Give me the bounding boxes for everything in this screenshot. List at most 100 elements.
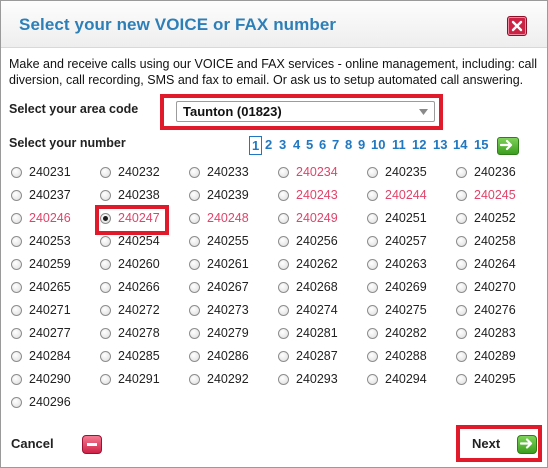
number-radio[interactable]	[367, 351, 378, 362]
number-radio[interactable]	[11, 213, 22, 224]
number-radio[interactable]	[11, 236, 22, 247]
number-option-label: 240296	[29, 395, 71, 409]
number-radio[interactable]	[456, 305, 467, 316]
number-radio[interactable]	[278, 190, 289, 201]
number-radio[interactable]	[11, 305, 22, 316]
close-button[interactable]	[507, 16, 527, 36]
number-radio[interactable]	[278, 259, 289, 270]
number-option-label: 240268	[296, 280, 338, 294]
number-radio[interactable]	[456, 167, 467, 178]
number-radio[interactable]	[367, 259, 378, 270]
next-button[interactable]: Next	[472, 436, 500, 451]
number-radio[interactable]	[278, 305, 289, 316]
number-radio[interactable]	[100, 305, 111, 316]
number-radio[interactable]	[11, 351, 22, 362]
number-radio[interactable]	[189, 213, 200, 224]
number-radio[interactable]	[456, 282, 467, 293]
number-radio[interactable]	[278, 374, 289, 385]
number-radio[interactable]	[367, 167, 378, 178]
number-radio[interactable]	[456, 190, 467, 201]
number-radio[interactable]	[100, 351, 111, 362]
number-radio[interactable]	[278, 351, 289, 362]
page-link-10[interactable]: 10	[371, 137, 385, 152]
number-option-label: 240246	[29, 211, 71, 225]
number-radio[interactable]	[367, 305, 378, 316]
number-radio[interactable]	[189, 282, 200, 293]
number-option-label: 240287	[296, 349, 338, 363]
number-option-label: 240286	[207, 349, 249, 363]
number-radio[interactable]	[11, 374, 22, 385]
number-radio[interactable]	[189, 374, 200, 385]
minus-icon[interactable]	[82, 435, 102, 454]
number-radio[interactable]	[189, 190, 200, 201]
number-radio[interactable]	[278, 328, 289, 339]
number-radio[interactable]	[100, 282, 111, 293]
page-link-15[interactable]: 15	[474, 137, 488, 152]
number-radio[interactable]	[11, 167, 22, 178]
number-radio[interactable]	[456, 374, 467, 385]
number-radio[interactable]	[367, 374, 378, 385]
number-radio[interactable]	[100, 167, 111, 178]
page-link-11[interactable]: 11	[392, 137, 406, 152]
number-option-label: 240249	[296, 211, 338, 225]
number-option-label: 240233	[207, 165, 249, 179]
number-radio[interactable]	[278, 282, 289, 293]
page-link-3[interactable]: 3	[279, 137, 286, 152]
number-radio[interactable]	[189, 305, 200, 316]
number-radio[interactable]	[100, 374, 111, 385]
page-link-7[interactable]: 7	[332, 137, 339, 152]
number-radio[interactable]	[189, 259, 200, 270]
page-link-12[interactable]: 12	[412, 137, 426, 152]
number-radio[interactable]	[100, 328, 111, 339]
number-option-label: 240255	[207, 234, 249, 248]
page-link-14[interactable]: 14	[453, 137, 467, 152]
number-radio[interactable]	[11, 259, 22, 270]
number-option-label: 240291	[118, 372, 160, 386]
number-option-label: 240274	[296, 303, 338, 317]
number-radio[interactable]	[367, 213, 378, 224]
number-radio[interactable]	[456, 351, 467, 362]
cancel-button[interactable]: Cancel	[11, 436, 54, 451]
number-radio[interactable]	[456, 213, 467, 224]
number-radio[interactable]	[189, 236, 200, 247]
page-link-5[interactable]: 5	[306, 137, 313, 152]
page-link-4[interactable]: 4	[293, 137, 300, 152]
number-option-label: 240279	[207, 326, 249, 340]
number-radio[interactable]	[367, 190, 378, 201]
page-link-13[interactable]: 13	[433, 137, 447, 152]
page-link-1[interactable]: 1	[249, 136, 263, 155]
number-option-label: 240263	[385, 257, 427, 271]
number-radio[interactable]	[189, 351, 200, 362]
number-radio[interactable]	[100, 259, 111, 270]
number-option-label: 240267	[207, 280, 249, 294]
number-radio[interactable]	[11, 397, 22, 408]
number-radio[interactable]	[100, 236, 111, 247]
number-radio[interactable]	[189, 328, 200, 339]
number-option-label: 240271	[29, 303, 71, 317]
number-option-label: 240292	[207, 372, 249, 386]
page-link-2[interactable]: 2	[265, 137, 272, 152]
number-option-label: 240270	[474, 280, 516, 294]
area-code-value: Taunton (01823)	[183, 104, 282, 119]
number-radio[interactable]	[11, 190, 22, 201]
number-radio[interactable]	[367, 328, 378, 339]
number-radio[interactable]	[456, 328, 467, 339]
number-radio[interactable]	[367, 282, 378, 293]
number-radio[interactable]	[456, 259, 467, 270]
area-code-select[interactable]: Taunton (01823)	[176, 101, 435, 122]
number-radio[interactable]	[278, 236, 289, 247]
page-link-8[interactable]: 8	[345, 137, 352, 152]
next-page-button[interactable]	[497, 137, 519, 155]
number-radio[interactable]	[11, 282, 22, 293]
number-radio[interactable]	[100, 190, 111, 201]
page-link-6[interactable]: 6	[319, 137, 326, 152]
number-radio[interactable]	[456, 236, 467, 247]
page-link-9[interactable]: 9	[358, 137, 365, 152]
number-radio[interactable]	[367, 236, 378, 247]
next-button-icon[interactable]	[517, 435, 537, 454]
number-radio[interactable]	[189, 167, 200, 178]
number-radio[interactable]	[11, 328, 22, 339]
number-option-label: 240260	[118, 257, 160, 271]
number-radio[interactable]	[278, 213, 289, 224]
number-radio[interactable]	[278, 167, 289, 178]
